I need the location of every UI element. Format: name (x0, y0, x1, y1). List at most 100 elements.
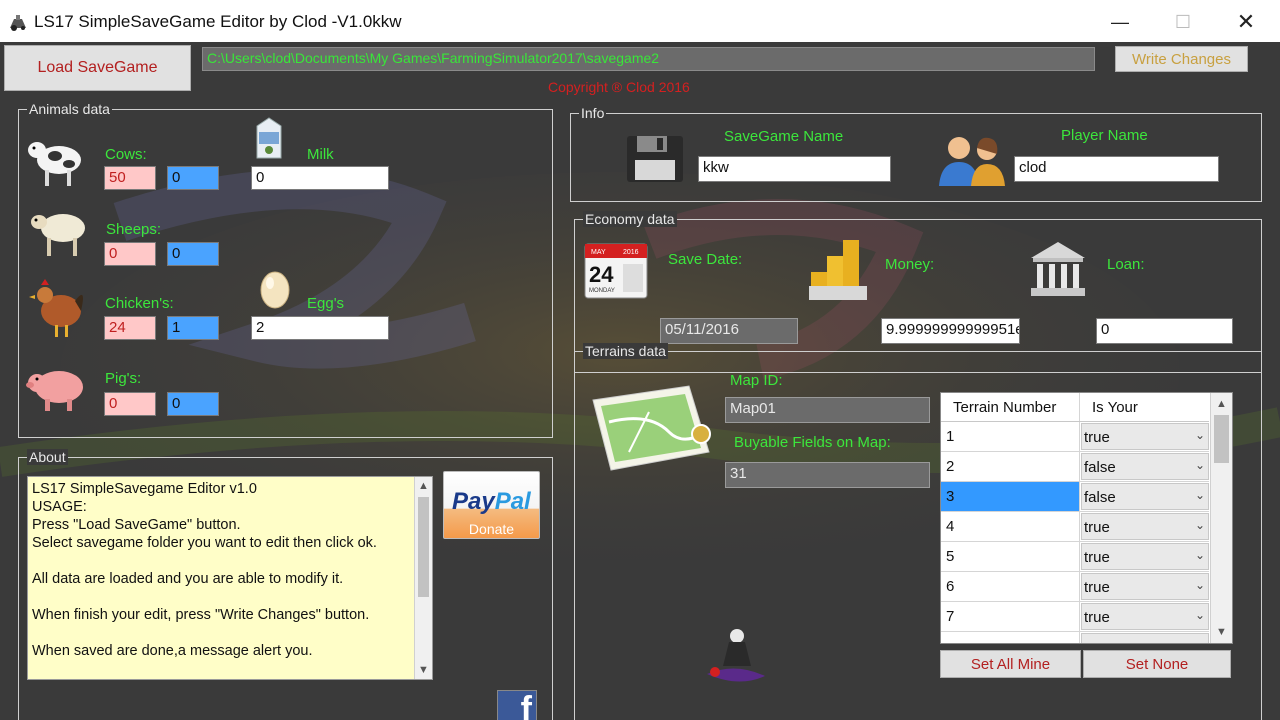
floppy-disk-icon (627, 136, 683, 182)
terrains-grid[interactable]: Terrain Number Is Your 1 true ⌄ 2 false ⌄ … (940, 392, 1233, 644)
paypal-word-pay: Pay (452, 488, 495, 515)
is-your-select[interactable]: true ⌄ (1081, 513, 1209, 540)
grid-scrollbar[interactable]: ▲ ▼ (1210, 393, 1232, 643)
sheeps-label: Sheeps: (106, 221, 162, 238)
col-is-your[interactable]: Is Your (1080, 393, 1208, 421)
about-line (32, 552, 432, 570)
terrain-number-cell[interactable]: 1 (941, 422, 1080, 451)
player-name-field[interactable]: clod (1014, 156, 1219, 182)
save-date-label: Save Date: (668, 251, 743, 268)
terrain-number-cell[interactable]: 3 (941, 482, 1080, 511)
scroll-thumb[interactable] (1214, 415, 1229, 463)
milk-field[interactable]: 0 (251, 166, 389, 190)
table-row[interactable]: 1 true ⌄ (941, 422, 1209, 452)
scroll-up-icon[interactable]: ▲ (1211, 395, 1232, 413)
about-line: When finish your edit, press "Write Chan… (32, 607, 370, 623)
terrain-number-cell[interactable]: 5 (941, 542, 1080, 571)
is-your-select[interactable]: true ⌄ (1081, 573, 1209, 600)
set-none-button[interactable]: Set None (1083, 650, 1231, 678)
is-your-value: true (1084, 549, 1110, 566)
chickens-extra-field[interactable]: 1 (167, 316, 219, 340)
table-row[interactable]: 6 true ⌄ (941, 572, 1209, 602)
about-textbox[interactable]: LS17 SimpleSavegame Editor v1.0 USAGE: P… (27, 476, 433, 680)
chevron-down-icon[interactable]: ⌄ (1195, 578, 1205, 592)
chickens-count-field[interactable]: 24 (104, 316, 156, 340)
scroll-thumb[interactable] (418, 497, 429, 597)
chevron-down-icon[interactable]: ⌄ (1195, 458, 1205, 472)
economy-legend: Economy data (583, 211, 677, 227)
app-icon (10, 15, 26, 31)
chevron-down-icon[interactable]: ⌄ (1195, 518, 1205, 532)
paypal-logo: PayPal (452, 488, 531, 516)
is-your-select[interactable]: true ⌄ (1081, 603, 1209, 630)
milk-carton-icon (256, 117, 282, 159)
players-icon (939, 137, 1005, 186)
write-changes-button[interactable]: Write Changes (1115, 46, 1248, 72)
savegame-path-field[interactable]: C:\Users\clod\Documents\My Games\Farming… (202, 47, 1095, 71)
map-id-field[interactable]: Map01 (725, 397, 930, 423)
terrain-number-cell[interactable] (941, 632, 1080, 643)
savegame-name-label: SaveGame Name (724, 128, 844, 145)
chevron-down-icon[interactable]: ⌄ (1195, 488, 1205, 502)
save-date-field[interactable]: 05/11/2016 (660, 318, 798, 344)
col-terrain-number[interactable]: Terrain Number (941, 393, 1080, 421)
terrain-number-cell[interactable]: 6 (941, 572, 1080, 601)
map-id-label: Map ID: (730, 372, 783, 389)
money-label: Money: (885, 256, 935, 273)
sheeps-count-field[interactable]: 0 (104, 242, 156, 266)
cow-icon (28, 142, 81, 186)
loan-label: Loan: (1107, 256, 1145, 273)
table-row[interactable]: 5 true ⌄ (941, 542, 1209, 572)
sheeps-extra-field[interactable]: 0 (167, 242, 219, 266)
paypal-donate-button[interactable]: PayPal Donate (443, 471, 540, 539)
terrains-legend: Terrains data (583, 343, 668, 359)
terrain-number-cell[interactable]: 2 (941, 452, 1080, 481)
scroll-down-icon[interactable]: ▼ (1211, 623, 1232, 641)
app-window: LS17 SimpleSaveGame Editor by Clod -V1.0… (0, 0, 1280, 720)
info-legend: Info (579, 105, 607, 121)
is-your-select[interactable]: true ⌄ (1081, 543, 1209, 570)
scroll-down-icon[interactable]: ▼ (415, 661, 432, 679)
chevron-down-icon[interactable]: ⌄ (1195, 428, 1205, 442)
table-row[interactable]: 4 true ⌄ (941, 512, 1209, 542)
is-your-value: true (1084, 519, 1110, 536)
terrain-number-cell[interactable]: 4 (941, 512, 1080, 541)
about-group: About LS17 SimpleSavegame Editor v1.0 US… (18, 449, 553, 720)
load-savegame-button[interactable]: Load SaveGame (4, 45, 191, 91)
minimize-button[interactable]: — (1097, 6, 1143, 38)
title-bar: LS17 SimpleSaveGame Editor by Clod -V1.0… (0, 0, 1280, 42)
info-group: Info SaveGame Name kkw Player Name clod (570, 105, 1262, 202)
pigs-count-field[interactable]: 0 (104, 392, 156, 416)
cows-count-field[interactable]: 50 (104, 166, 156, 190)
calendar-year: 2016 (623, 249, 639, 256)
eggs-field[interactable]: 2 (251, 316, 389, 340)
table-row-selected[interactable]: 3 false ⌄ (941, 482, 1209, 512)
scroll-up-icon[interactable]: ▲ (415, 477, 432, 495)
about-line: USAGE: (32, 499, 87, 515)
is-your-select[interactable] (1081, 633, 1209, 643)
is-your-select[interactable]: false ⌄ (1081, 483, 1209, 510)
calendar-month: MAY (591, 249, 606, 256)
table-row[interactable]: 7 true ⌄ (941, 602, 1209, 632)
savegame-name-field[interactable]: kkw (698, 156, 891, 182)
is-your-select[interactable]: false ⌄ (1081, 453, 1209, 480)
table-row[interactable] (941, 632, 1209, 643)
chevron-down-icon[interactable]: ⌄ (1195, 608, 1205, 622)
loan-field[interactable]: 0 (1096, 318, 1233, 344)
buyable-fields-field[interactable]: 31 (725, 462, 930, 488)
is-your-select[interactable]: true ⌄ (1081, 423, 1209, 450)
terrain-number-cell[interactable]: 7 (941, 602, 1080, 631)
pigs-extra-field[interactable]: 0 (167, 392, 219, 416)
about-line: When saved are done,a message alert you. (32, 643, 313, 659)
close-button[interactable]: ✕ (1223, 6, 1269, 38)
maximize-button[interactable]: ☐ (1160, 6, 1206, 38)
facebook-icon[interactable]: f (497, 690, 537, 720)
chickens-label: Chicken's: (105, 295, 174, 312)
cows-extra-field[interactable]: 0 (167, 166, 219, 190)
table-row[interactable]: 2 false ⌄ (941, 452, 1209, 482)
money-field[interactable]: 9.99999999999951e (881, 318, 1020, 344)
chevron-down-icon[interactable]: ⌄ (1195, 548, 1205, 562)
bank-icon (1031, 242, 1085, 296)
about-scrollbar[interactable]: ▲ ▼ (414, 477, 432, 679)
set-all-mine-button[interactable]: Set All Mine (940, 650, 1081, 678)
